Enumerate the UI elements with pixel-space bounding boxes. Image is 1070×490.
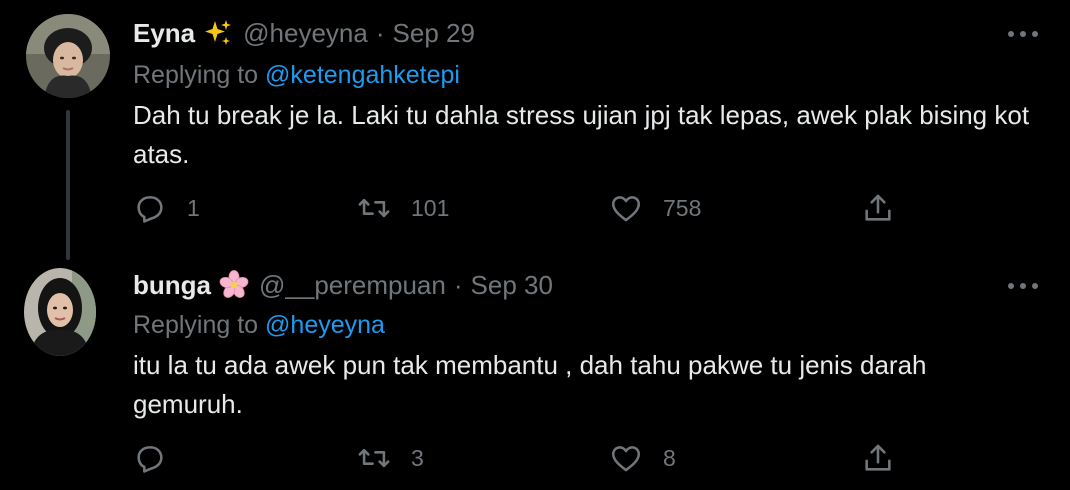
replying-to-label: Replying to — [133, 61, 259, 89]
thread-connector-line — [66, 110, 70, 260]
retweet-count: 3 — [411, 444, 424, 471]
tweet-header: bunga @__perempuan · Sep 30 — [133, 270, 553, 300]
separator-dot: · — [375, 18, 385, 48]
tweet[interactable]: bunga @__perempuan · Sep 30 Replying to … — [0, 262, 1070, 490]
like-count: 758 — [663, 194, 702, 221]
retweet-icon — [357, 191, 391, 225]
display-name[interactable]: bunga — [133, 270, 211, 300]
user-handle[interactable]: @heyeyna — [243, 18, 368, 48]
sparkles-icon — [203, 18, 233, 48]
retweet-count: 101 — [411, 194, 450, 221]
tweet-actions: 1 101 758 — [133, 188, 933, 228]
tweet-text: Dah tu break je la. Laki tu dahla stress… — [133, 100, 1030, 169]
reply-count: 1 — [187, 194, 200, 221]
reply-button[interactable] — [133, 438, 167, 478]
share-icon — [861, 441, 895, 475]
tweet-text: itu la tu ada awek pun tak membantu , da… — [133, 350, 927, 419]
like-count: 8 — [663, 444, 676, 471]
like-icon — [609, 441, 643, 475]
cherry-blossom-icon — [219, 270, 249, 300]
tweet-date[interactable]: Sep 30 — [471, 270, 553, 300]
reply-icon — [133, 191, 167, 225]
tweet-actions: 3 8 — [133, 438, 933, 478]
more-icon[interactable] — [1008, 274, 1038, 298]
like-button[interactable]: 8 — [609, 438, 676, 478]
tweet[interactable]: Eyna @heyeyna · Sep 29 Replying to @kete… — [0, 0, 1070, 262]
retweet-icon — [357, 441, 391, 475]
avatar[interactable] — [26, 14, 110, 98]
replying-to-label: Replying to — [133, 311, 259, 339]
share-button[interactable] — [861, 188, 895, 228]
share-icon — [861, 191, 895, 225]
mention-link[interactable]: @heyeyna — [265, 311, 385, 339]
replying-to: Replying to @heyeyna — [133, 310, 385, 340]
mention-link[interactable]: @ketengahketepi — [265, 61, 460, 89]
tweet-date[interactable]: Sep 29 — [393, 18, 475, 48]
avatar[interactable] — [24, 268, 96, 356]
share-button[interactable] — [861, 438, 895, 478]
retweet-button[interactable]: 101 — [357, 188, 449, 228]
replying-to: Replying to @ketengahketepi — [133, 60, 460, 90]
like-button[interactable]: 758 — [609, 188, 701, 228]
like-icon — [609, 191, 643, 225]
reply-icon — [133, 441, 167, 475]
user-handle[interactable]: @__perempuan — [259, 270, 446, 300]
separator-dot: · — [453, 270, 463, 300]
reply-button[interactable]: 1 — [133, 188, 200, 228]
tweet-header: Eyna @heyeyna · Sep 29 — [133, 18, 475, 48]
display-name[interactable]: Eyna — [133, 18, 195, 48]
retweet-button[interactable]: 3 — [357, 438, 424, 478]
more-icon[interactable] — [1008, 22, 1038, 46]
